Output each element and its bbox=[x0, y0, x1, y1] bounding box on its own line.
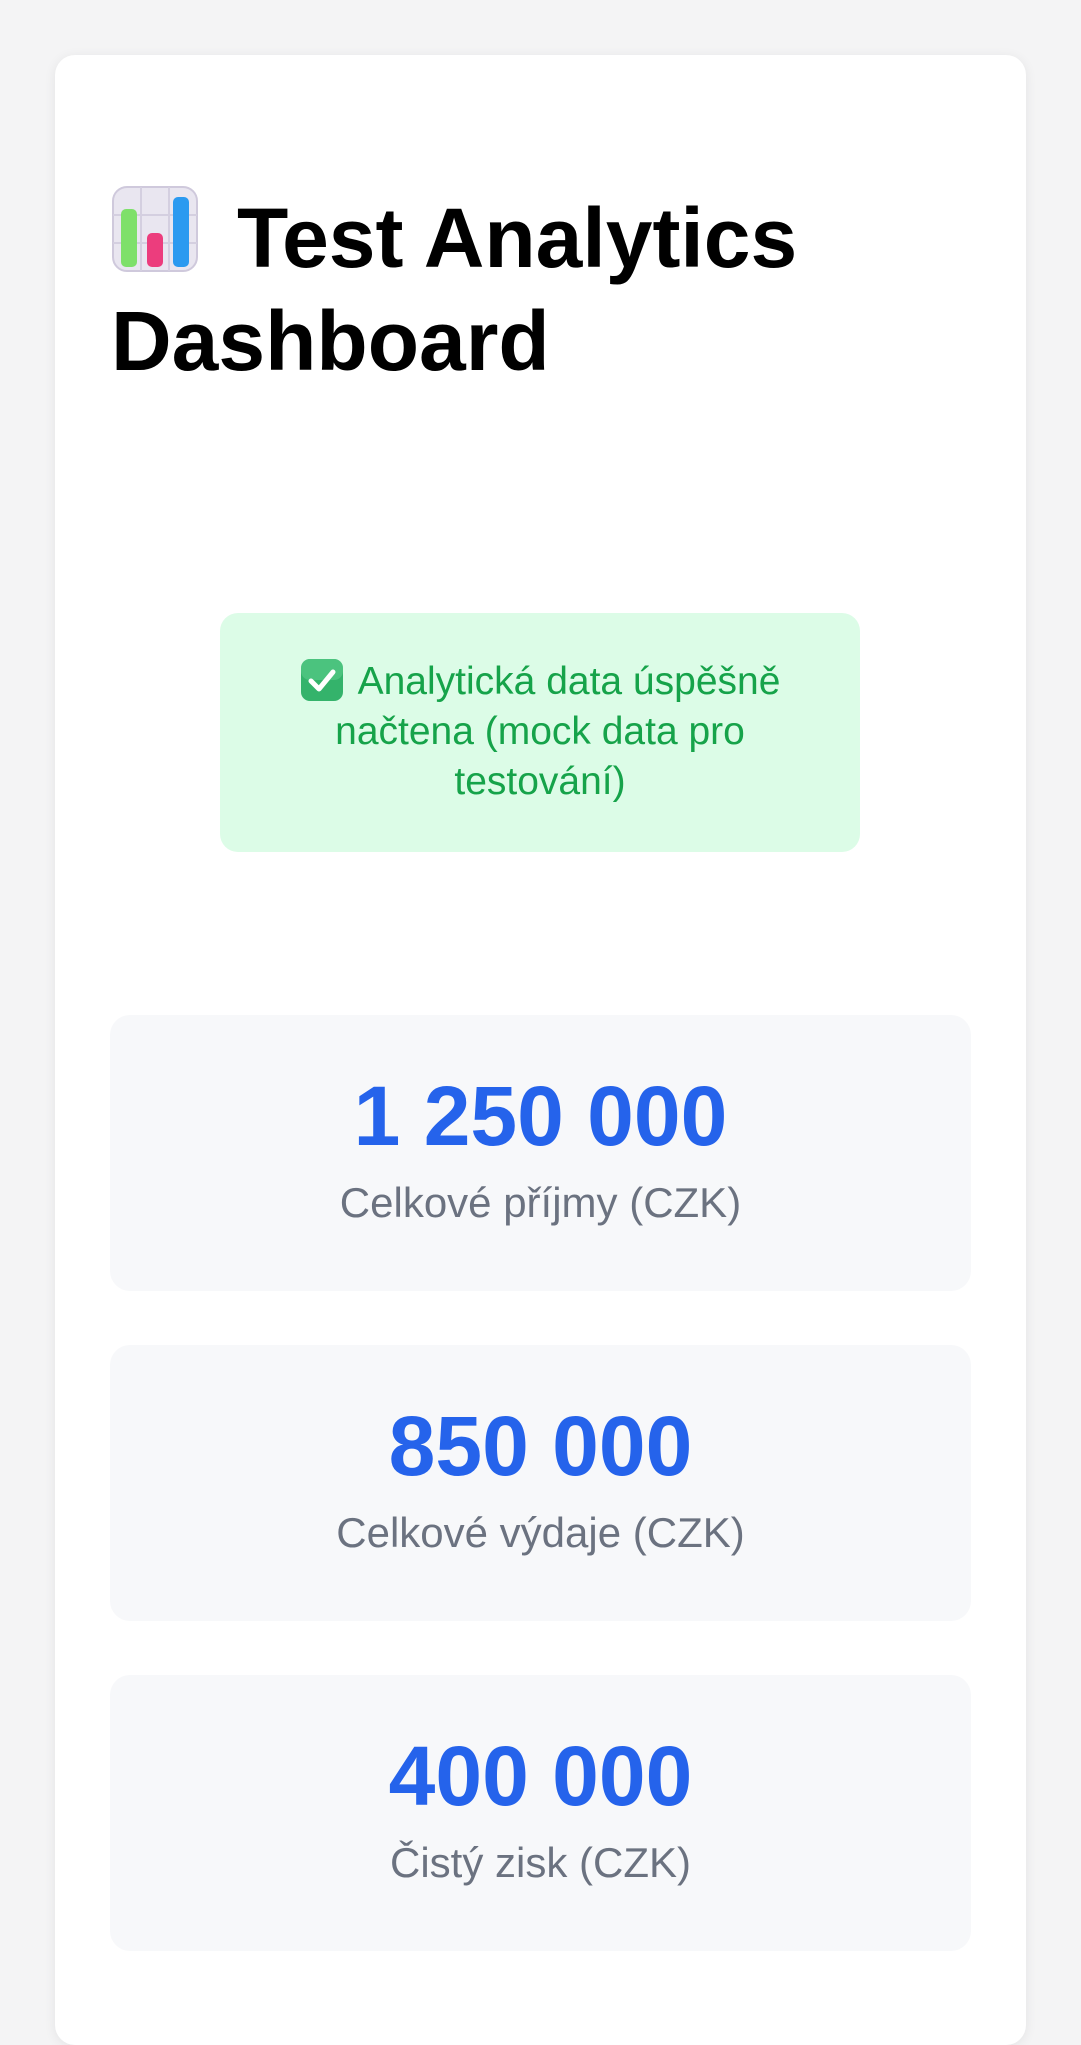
metric-value: 400 000 bbox=[388, 1729, 693, 1823]
metric-value: 850 000 bbox=[388, 1399, 693, 1493]
metric-card-revenue: 1 250 000 Celkové příjmy (CZK) bbox=[110, 1015, 971, 1291]
metric-card-net-profit: 400 000 Čistý zisk (CZK) bbox=[110, 1675, 971, 1951]
metric-label: Celkové příjmy (CZK) bbox=[339, 1179, 742, 1226]
page-title-text: Test Analytics Dashboard bbox=[111, 191, 798, 388]
metric-value: 1 250 000 bbox=[353, 1069, 728, 1163]
dashboard-card: Test Analytics Dashboard Analytická data… bbox=[55, 55, 1026, 2045]
metric-card-expenses: 850 000 Celkové výdaje (CZK) bbox=[110, 1345, 971, 1621]
status-message-text: Analytická data úspěšně načtena (mock da… bbox=[335, 660, 781, 803]
check-mark-icon bbox=[300, 658, 344, 702]
metric-label: Celkové výdaje (CZK) bbox=[336, 1509, 745, 1556]
status-message-box: Analytická data úspěšně načtena (mock da… bbox=[220, 613, 860, 852]
bar-chart-icon bbox=[111, 185, 199, 273]
page-title: Test Analytics Dashboard bbox=[111, 185, 971, 393]
metric-label: Čistý zisk (CZK) bbox=[390, 1839, 691, 1886]
